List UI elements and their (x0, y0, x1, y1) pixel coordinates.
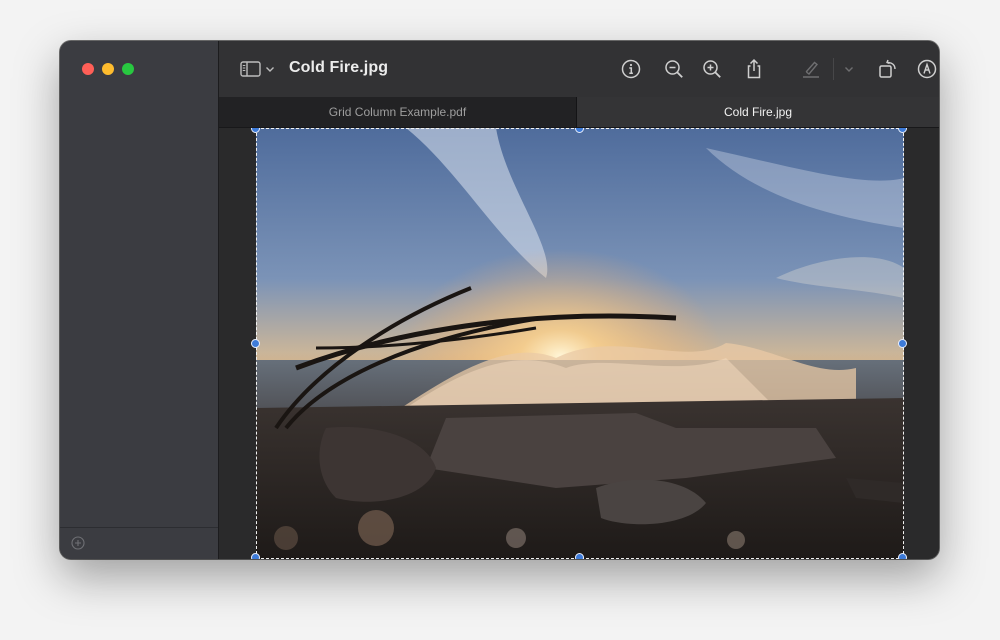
add-icon[interactable] (71, 536, 85, 550)
selection-handle[interactable] (251, 553, 260, 559)
tab-bar: Grid Column Example.pdf Cold Fire.jpg (219, 97, 939, 128)
sidebar-icon[interactable] (239, 57, 263, 81)
zoom-out-icon[interactable] (662, 57, 686, 81)
toolbar: Cold Fire.jpg (219, 41, 939, 98)
sidebar-footer (60, 527, 218, 559)
selection-handle[interactable] (898, 553, 907, 559)
sidebar (60, 41, 219, 559)
toolbar-divider (833, 58, 834, 80)
rotate-icon[interactable] (876, 57, 900, 81)
share-icon[interactable] (742, 57, 766, 81)
selection-rectangle[interactable] (256, 128, 904, 559)
close-window-button[interactable] (82, 63, 94, 75)
chevron-down-icon[interactable] (843, 57, 855, 81)
tab-cold-fire[interactable]: Cold Fire.jpg (577, 97, 939, 127)
tab-grid-column-example[interactable]: Grid Column Example.pdf (219, 97, 577, 127)
image-canvas (219, 128, 939, 559)
selection-handle[interactable] (898, 339, 907, 348)
chevron-down-icon[interactable] (264, 57, 276, 81)
zoom-window-button[interactable] (122, 63, 134, 75)
minimize-window-button[interactable] (102, 63, 114, 75)
info-icon[interactable] (619, 57, 643, 81)
selection-handle[interactable] (575, 553, 584, 559)
document-title: Cold Fire.jpg (289, 59, 389, 76)
highlight-pen-icon[interactable] (799, 57, 823, 81)
markup-icon[interactable] (915, 57, 939, 81)
selection-handle[interactable] (898, 128, 907, 133)
preview-window: Cold Fire.jpg Grid Column Example.pdf Co… (60, 41, 939, 559)
selection-handle[interactable] (251, 339, 260, 348)
zoom-in-icon[interactable] (700, 57, 724, 81)
